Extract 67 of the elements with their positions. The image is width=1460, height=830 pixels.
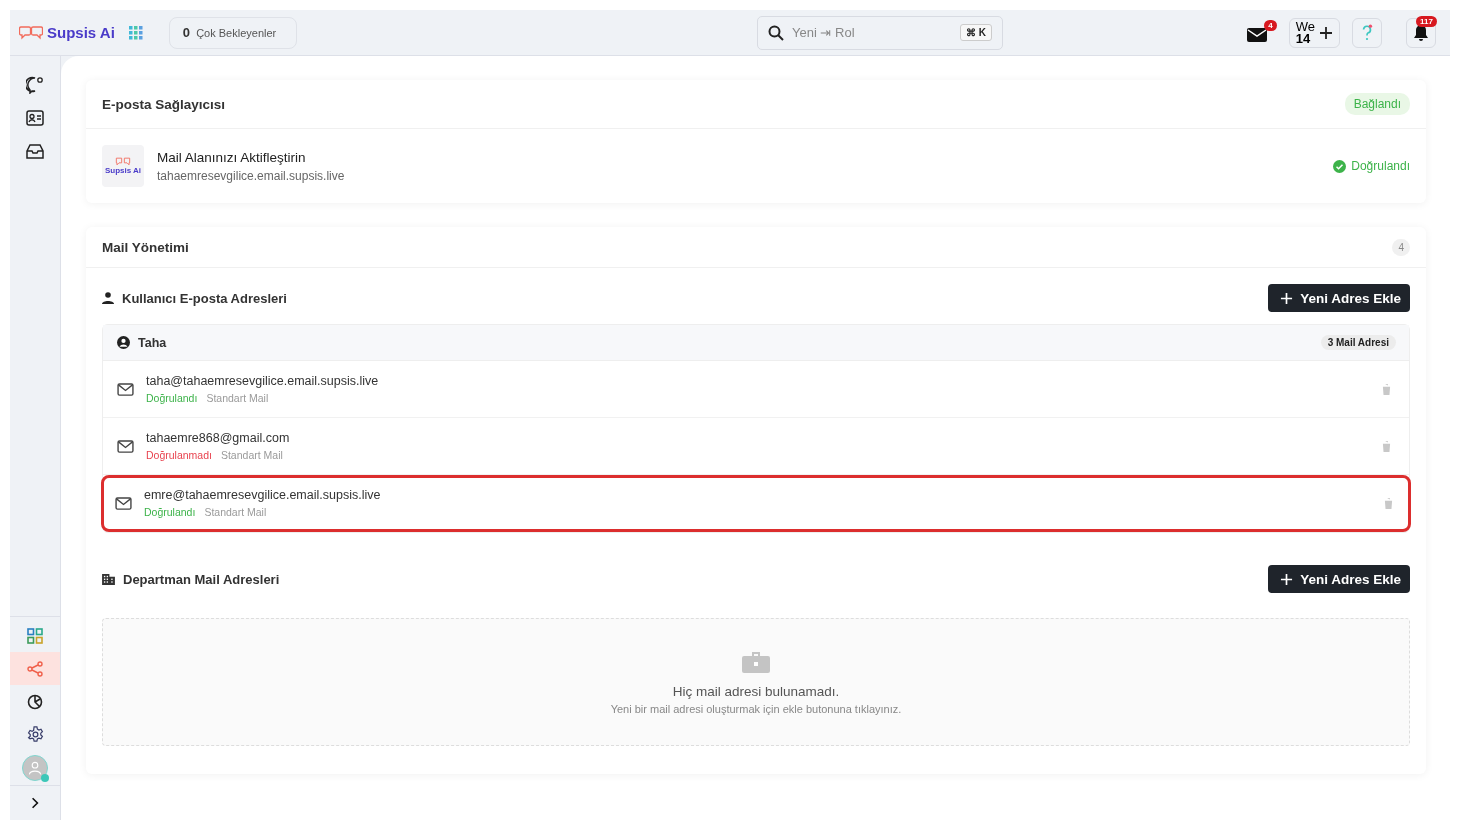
plus-icon: [1319, 25, 1333, 40]
user-avatar[interactable]: [22, 755, 48, 781]
share-nodes-icon: [27, 660, 43, 677]
search-field[interactable]: Yeni ⇥ Rol ⌘ K: [757, 15, 1003, 50]
building-icon: [102, 573, 115, 585]
section-title: Kullanıcı E-posta Adresleri: [122, 290, 288, 306]
add-address-button[interactable]: Yeni Adres Ekle: [1268, 284, 1410, 312]
envelope-icon: [117, 382, 134, 396]
mail-type: Standart Mail: [206, 392, 269, 404]
trash-icon[interactable]: [1384, 497, 1393, 509]
email-row[interactable]: taha@tahaemresevgilice.email.supsis.live Doğrulandı Standart Mail: [103, 361, 1409, 418]
card-title: Mail Yönetimi: [102, 239, 189, 255]
waiting-filter-button[interactable]: 0 Çok Bekleyenler: [168, 16, 298, 49]
check-circle-icon: [1333, 159, 1347, 173]
envelope-icon: [115, 496, 132, 510]
mail-count-badge: 3 Mail Adresi: [1320, 335, 1396, 350]
address-count: 4: [1392, 238, 1410, 256]
grid-icon: [27, 627, 43, 644]
envelope-icon: [117, 439, 134, 453]
briefcase-icon: [742, 649, 770, 674]
user-name: Taha: [138, 335, 168, 350]
settings-icon: [26, 726, 44, 743]
pie-chart-icon: [27, 693, 43, 710]
verification-status: Doğrulandı: [146, 392, 198, 404]
brand-logo: Supsis Ai: [102, 145, 144, 187]
empty-hint: Yeni bir mail adresi oluşturmak için ekle butonuna tıklayınız.: [610, 702, 902, 715]
search-icon: [768, 24, 784, 41]
apps-grid-icon[interactable]: [128, 25, 143, 40]
notifications-button[interactable]: 117: [1406, 17, 1436, 48]
verification-status: Doğrulanmadı: [146, 449, 212, 461]
email-row[interactable]: tahaemre868@gmail.com Doğrulanmadı Standart Mail: [103, 418, 1409, 475]
person-icon: [102, 292, 114, 304]
inbox-tray-icon: [26, 142, 44, 159]
domain-name: tahaemresevgilice.email.supsis.live: [157, 168, 346, 183]
contact-card-icon: [26, 109, 44, 126]
unread-count-badge: 4: [1264, 19, 1277, 31]
mail-type: Standart Mail: [204, 506, 267, 518]
email-address: taha@tahaemresevgilice.email.supsis.live: [146, 374, 380, 388]
plus-icon: [1280, 291, 1294, 305]
connection-status: Bağlandı: [1344, 93, 1410, 115]
brand-name: Supsis Ai: [47, 24, 115, 41]
question-mark-icon: [1361, 23, 1373, 42]
speech-bubbles-logo-icon: [19, 24, 43, 41]
domain-title: Mail Alanınızı Aktifleştirin: [157, 149, 307, 165]
help-button[interactable]: [1352, 17, 1382, 48]
search-value: Yeni ⇥ Rol: [792, 25, 856, 40]
email-address: tahaemre868@gmail.com: [146, 431, 291, 445]
shortcut-key: ⌘ K: [960, 24, 992, 41]
verified-status: Doğrulandı: [1333, 159, 1410, 173]
trash-icon[interactable]: [1382, 383, 1391, 395]
empty-title: Hiç mail adresi bulunamadı.: [672, 683, 840, 699]
envelope-icon: [1246, 27, 1267, 42]
verification-status: Doğrulandı: [144, 506, 196, 518]
mail-button[interactable]: 4: [1242, 19, 1277, 46]
trash-icon[interactable]: [1382, 440, 1391, 452]
section-title: Departman Mail Adresleri: [123, 571, 281, 587]
notification-count-badge: 117: [1416, 15, 1437, 27]
email-row[interactable]: emre@tahaemresevgilice.email.supsis.live Doğrulandı Standart Mail: [101, 475, 1411, 532]
mail-type: Standart Mail: [220, 449, 283, 461]
card-title: E-posta Sağlayıcısı: [102, 96, 226, 112]
chevron-right-icon[interactable]: [31, 797, 39, 809]
plus-icon: [1280, 572, 1294, 586]
bell-icon: [1413, 23, 1429, 42]
add-address-button[interactable]: Yeni Adres Ekle: [1268, 565, 1410, 593]
user-circle-icon: [117, 336, 130, 349]
email-address: emre@tahaemresevgilice.email.supsis.live: [144, 488, 382, 502]
workspace-button[interactable]: We 14: [1288, 17, 1340, 48]
